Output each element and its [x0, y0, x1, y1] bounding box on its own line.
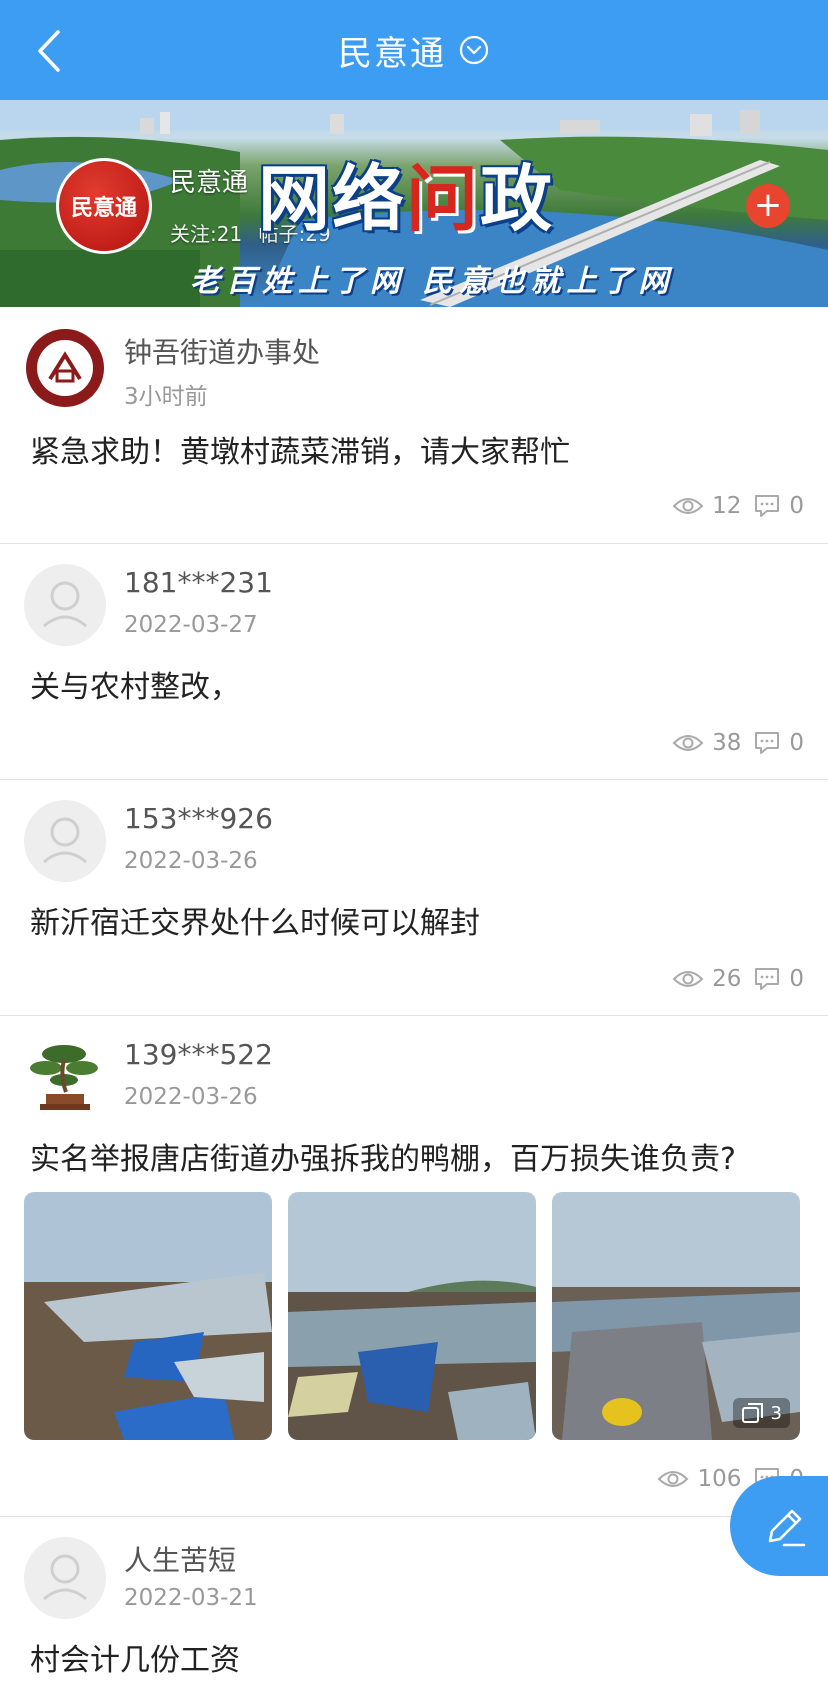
- forum-name: 民意通: [170, 168, 249, 198]
- post-stats: 26 0: [672, 966, 804, 992]
- follow-plus-button[interactable]: +: [746, 184, 790, 228]
- top-bar: 民意通: [0, 0, 828, 100]
- banner-slogan: 老百姓上了网 民意也就上了网: [190, 264, 675, 299]
- default-avatar-icon: [43, 817, 87, 864]
- post-time: 2022-03-26: [124, 1084, 258, 1110]
- avatar[interactable]: [24, 1537, 106, 1619]
- default-avatar-icon: [43, 581, 87, 628]
- post-time: 3小时前: [124, 384, 208, 410]
- collapsed-shed-photo: [24, 1192, 272, 1440]
- comment-icon: [755, 495, 780, 517]
- post-image[interactable]: 3: [552, 1192, 800, 1440]
- post-content[interactable]: 关与农村整改，: [30, 662, 240, 706]
- author-name[interactable]: 153***926: [124, 802, 273, 835]
- post-time: 2022-03-21: [124, 1585, 258, 1611]
- post-item[interactable]: 153***926 2022-03-26 新沂宿迁交界处什么时候可以解封 26 …: [0, 780, 828, 1015]
- post-content[interactable]: 村会计几份工资: [30, 1635, 240, 1679]
- page-title: 民意通: [338, 33, 446, 74]
- avatar[interactable]: [24, 327, 106, 409]
- chevron-down-circle-icon: [459, 35, 489, 65]
- eye-icon: [658, 1471, 689, 1487]
- post-content[interactable]: 新沂宿迁交界处什么时候可以解封: [30, 898, 480, 942]
- view-count: 12: [712, 493, 742, 519]
- title-dropdown[interactable]: 民意通: [0, 0, 828, 100]
- post-item[interactable]: 181***231 2022-03-27 关与农村整改， 38 0: [0, 544, 828, 779]
- avatar[interactable]: [24, 1036, 106, 1118]
- comment-icon: [755, 968, 780, 990]
- eye-icon: [672, 498, 704, 514]
- avatar[interactable]: [24, 800, 106, 882]
- eye-icon: [672, 971, 704, 987]
- comment-count: 0: [789, 493, 804, 519]
- image-gallery: 3: [24, 1192, 800, 1440]
- compose-post-button[interactable]: [730, 1476, 828, 1576]
- forum-banner: 民意通 民意通 关注:21 帖子:29 网络问政 老百姓上了网 民意也就上了网 …: [0, 100, 828, 307]
- view-count: 26: [712, 966, 742, 992]
- post-item[interactable]: 人生苦短 2022-03-21 村会计几份工资: [0, 1517, 828, 1682]
- eye-icon: [672, 735, 704, 751]
- comment-count: 0: [789, 966, 804, 992]
- default-avatar-icon: [43, 1554, 87, 1601]
- pencil-icon: [768, 1509, 806, 1547]
- post-image[interactable]: [288, 1192, 536, 1440]
- author-name[interactable]: 139***522: [124, 1038, 273, 1071]
- view-count: 38: [712, 730, 742, 756]
- post-time: 2022-03-26: [124, 848, 258, 874]
- view-count: 106: [697, 1466, 742, 1492]
- post-image[interactable]: [24, 1192, 272, 1440]
- follow-count: 关注:21: [170, 222, 243, 246]
- image-count-badge: 3: [732, 1398, 790, 1428]
- multi-image-icon: [741, 1403, 763, 1423]
- author-name[interactable]: 人生苦短: [124, 1539, 236, 1579]
- post-content[interactable]: 实名举报唐店街道办强拆我的鸭棚，百万损失谁负责?: [30, 1134, 736, 1178]
- post-item[interactable]: 钟吾街道办事处 3小时前 紧急求助！黄墩村蔬菜滞销，请大家帮忙 12 0: [0, 307, 828, 543]
- bonsai-tree-icon: [30, 1045, 98, 1110]
- forum-logo: 民意通: [56, 158, 152, 254]
- banner-headline: 网络问政: [258, 157, 555, 241]
- comment-icon: [755, 732, 780, 754]
- author-name[interactable]: 钟吾街道办事处: [124, 331, 320, 371]
- post-stats: 12 0: [672, 493, 804, 519]
- post-item[interactable]: 139***522 2022-03-26 实名举报唐店街道办强拆我的鸭棚，百万损…: [0, 1016, 828, 1516]
- author-name[interactable]: 181***231: [124, 566, 273, 599]
- post-content[interactable]: 紧急求助！黄墩村蔬菜滞销，请大家帮忙: [30, 427, 570, 471]
- street-office-seal-icon: [26, 329, 104, 407]
- collapsed-shed-photo: [288, 1192, 536, 1440]
- post-time: 2022-03-27: [124, 612, 258, 638]
- comment-count: 0: [789, 730, 804, 756]
- post-stats: 38 0: [672, 730, 804, 756]
- avatar[interactable]: [24, 564, 106, 646]
